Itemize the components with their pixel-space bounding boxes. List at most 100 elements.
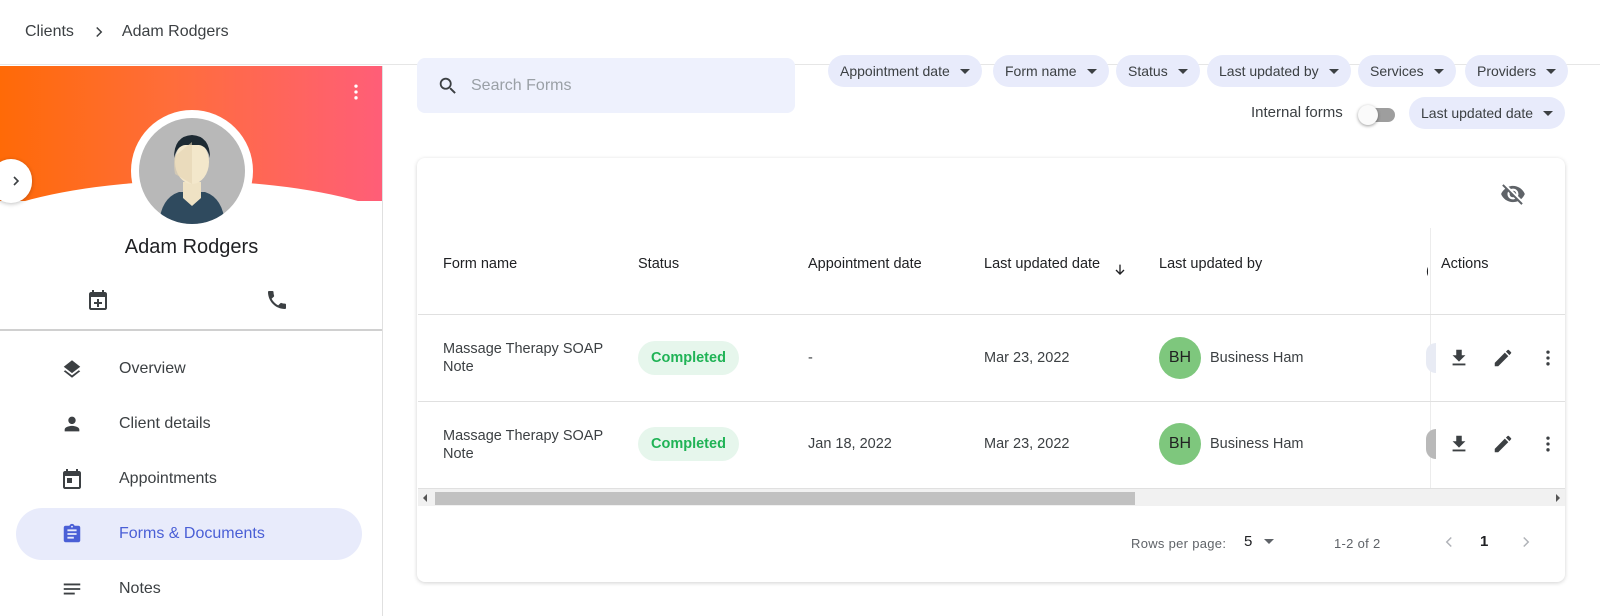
- nav-item-forms-documents[interactable]: Forms & Documents: [16, 508, 362, 560]
- nav-item-appointments[interactable]: Appointments: [16, 453, 362, 505]
- internal-forms-toggle[interactable]: [1358, 105, 1396, 125]
- nav-label: Forms & Documents: [119, 525, 265, 542]
- filter-form-name[interactable]: Form name: [993, 55, 1109, 87]
- download-button[interactable]: [1444, 429, 1474, 459]
- edit-button[interactable]: [1488, 429, 1518, 459]
- filter-services[interactable]: Services: [1358, 55, 1456, 87]
- chip-label: Appointment date: [840, 63, 950, 79]
- download-button[interactable]: [1444, 343, 1474, 373]
- divider: [0, 329, 382, 331]
- quick-actions: [0, 280, 382, 320]
- client-sidebar: Adam Rodgers Overview Client details App: [0, 66, 383, 616]
- horizontal-scrollbar[interactable]: [418, 488, 1565, 506]
- status-badge: Completed: [638, 427, 739, 461]
- download-icon: [1452, 435, 1466, 452]
- column-header-last-updated-date[interactable]: Last updated date: [984, 256, 1100, 272]
- dropdown-caret-icon: [1433, 68, 1444, 74]
- filter-status[interactable]: Status: [1116, 55, 1200, 87]
- nav-item-notes[interactable]: Notes: [16, 563, 362, 615]
- chevron-right-icon: [13, 176, 20, 186]
- page-number-button[interactable]: 1: [1480, 533, 1488, 550]
- rows-per-page-select[interactable]: 5: [1244, 533, 1275, 550]
- dropdown-caret-icon: [1264, 539, 1275, 544]
- nav-item-client-details[interactable]: Client details: [16, 398, 362, 450]
- next-page-button[interactable]: [1514, 530, 1538, 554]
- appointment-date-cell: Jan 18, 2022: [808, 436, 892, 452]
- status-badge: Completed: [638, 341, 739, 375]
- book-appointment-button[interactable]: [78, 280, 118, 320]
- notes-icon: [60, 577, 84, 601]
- row-more-button[interactable]: [1533, 343, 1563, 373]
- filter-providers[interactable]: Providers: [1465, 55, 1569, 87]
- avatar: BH: [1159, 423, 1201, 465]
- more-vert-icon: [354, 84, 358, 100]
- nav-label: Notes: [119, 580, 161, 597]
- dropdown-caret-icon: [1177, 68, 1188, 74]
- last-updated-date-cell: Mar 23, 2022: [984, 350, 1070, 366]
- form-name-cell[interactable]: Massage Therapy SOAP Note: [443, 340, 623, 376]
- hide-columns-button[interactable]: [1497, 178, 1529, 210]
- truncated-cell: [1426, 343, 1436, 373]
- more-vert-icon: [1546, 436, 1550, 452]
- edit-button[interactable]: [1488, 343, 1518, 373]
- filter-appointment-date[interactable]: Appointment date: [828, 55, 982, 87]
- dropdown-caret-icon: [1546, 68, 1557, 74]
- person-icon: [60, 412, 84, 436]
- row-more-button[interactable]: [1533, 429, 1563, 459]
- internal-forms-label: Internal forms: [1251, 104, 1343, 121]
- filter-last-updated-by[interactable]: Last updated by: [1207, 55, 1351, 87]
- search-icon: [439, 77, 456, 94]
- breadcrumb-current: Adam Rodgers: [121, 23, 229, 40]
- row-divider: [418, 401, 1565, 402]
- nav-label: Client details: [119, 415, 211, 432]
- scrollbar-thumb[interactable]: [435, 492, 1135, 505]
- pagination-range: 1-2 of 2: [1334, 536, 1381, 551]
- top-bar: Clients Adam Rodgers: [0, 0, 1600, 65]
- previous-page-button[interactable]: [1437, 530, 1461, 554]
- client-name: Adam Rodgers: [124, 236, 259, 258]
- column-header-status[interactable]: Status: [638, 256, 679, 272]
- row-divider: [418, 314, 1565, 315]
- dropdown-caret-icon: [959, 68, 970, 74]
- appointment-date-cell: -: [808, 350, 813, 366]
- updated-by-cell: Business Ham: [1210, 350, 1304, 366]
- chevron-right-icon: [90, 23, 108, 41]
- scroll-left-icon[interactable]: [423, 494, 427, 502]
- updated-by-cell: Business Ham: [1210, 436, 1304, 452]
- dropdown-caret-icon: [1086, 68, 1097, 74]
- call-client-button[interactable]: [257, 280, 297, 320]
- column-header-actions: Actions: [1441, 256, 1489, 272]
- calendar-add-icon: [89, 290, 107, 310]
- chip-label: Services: [1370, 63, 1424, 79]
- edit-icon: [1494, 349, 1512, 367]
- chip-label: Last updated by: [1219, 63, 1319, 79]
- column-header-form-name[interactable]: Form name: [443, 256, 517, 272]
- last-updated-date-cell: Mar 23, 2022: [984, 436, 1070, 452]
- chip-label: Form name: [1005, 63, 1077, 79]
- edit-icon: [1494, 435, 1512, 453]
- chevron-left-icon: [1445, 536, 1452, 548]
- nav-item-overview[interactable]: Overview: [16, 343, 362, 395]
- clipboard-icon: [60, 522, 84, 546]
- breadcrumb-clients-link[interactable]: Clients: [25, 23, 74, 41]
- search-box: [417, 58, 795, 113]
- sort-descending-icon[interactable]: [1112, 262, 1128, 283]
- calendar-icon: [60, 467, 84, 491]
- download-icon: [1452, 349, 1466, 366]
- rows-per-page-value: 5: [1244, 533, 1253, 550]
- truncated-cell: [1426, 429, 1436, 459]
- search-input[interactable]: [471, 76, 771, 95]
- form-name-cell[interactable]: Massage Therapy SOAP Note: [443, 427, 623, 463]
- chip-label: Last updated date: [1421, 105, 1534, 121]
- avatar: BH: [1159, 337, 1201, 379]
- dropdown-caret-icon: [1543, 110, 1554, 116]
- sort-select[interactable]: Last updated date: [1409, 97, 1566, 129]
- profile-more-button[interactable]: [344, 80, 368, 104]
- person-avatar-icon: [139, 118, 245, 224]
- column-header-appointment-date[interactable]: Appointment date: [808, 256, 922, 272]
- chevron-right-icon: [1523, 536, 1530, 548]
- scroll-right-icon[interactable]: [1556, 494, 1560, 502]
- toggle-thumb: [1358, 105, 1378, 125]
- phone-icon: [268, 291, 286, 309]
- column-header-last-updated-by[interactable]: Last updated by: [1159, 256, 1262, 272]
